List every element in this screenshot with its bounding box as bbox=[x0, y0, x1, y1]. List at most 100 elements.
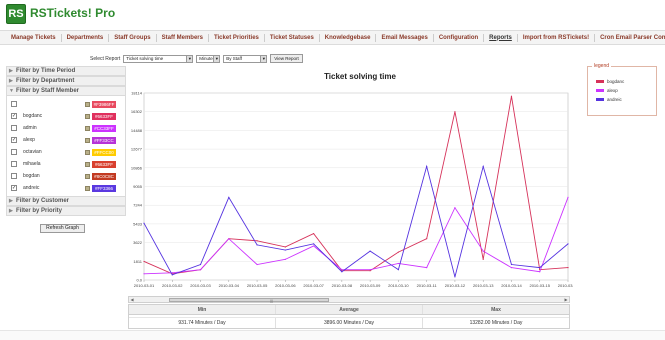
legend-swatch bbox=[596, 98, 604, 101]
legend-item: bogdanc bbox=[596, 79, 624, 84]
color-picker-icon[interactable] bbox=[85, 185, 90, 191]
chart-scrollbar[interactable]: ◀ ||| ▶ bbox=[128, 296, 570, 303]
y-tick-label: 7244 bbox=[133, 203, 143, 208]
x-tick-label: 2010-03-13 bbox=[473, 283, 494, 288]
x-tick-label: 2010-03-08 bbox=[332, 283, 353, 288]
data-point bbox=[228, 196, 230, 199]
data-point bbox=[313, 232, 315, 235]
staff-row: admin #CC33FF bbox=[7, 122, 125, 134]
staff-color-swatch[interactable]: #6633FF bbox=[92, 160, 116, 168]
nav-item-import-from-rstickets[interactable]: Import from RSTickets! bbox=[518, 33, 596, 42]
data-point bbox=[143, 222, 145, 224]
scroll-left-icon[interactable]: ◀ bbox=[129, 297, 135, 302]
color-picker-icon[interactable] bbox=[85, 113, 90, 119]
x-tick-label: 2010-03-16 bbox=[558, 283, 573, 288]
nav-item-manage-tickets[interactable]: Manage Tickets bbox=[6, 33, 62, 42]
staff-checkbox[interactable] bbox=[11, 101, 17, 107]
unit-select[interactable]: Minutes ▼ bbox=[196, 54, 221, 63]
data-point bbox=[341, 271, 343, 273]
staff-row: #F3986FF bbox=[7, 98, 125, 110]
refresh-graph-button[interactable]: Refresh Graph bbox=[40, 224, 85, 233]
select-report-label: Select Report bbox=[90, 55, 121, 62]
chevron-down-icon: ▼ bbox=[213, 55, 220, 62]
data-point bbox=[171, 274, 173, 276]
staff-color-swatch[interactable]: #FFCC00 bbox=[92, 148, 116, 156]
nav-item-staff-groups[interactable]: Staff Groups bbox=[109, 33, 157, 42]
staff-name: alexp bbox=[23, 137, 35, 143]
data-point bbox=[369, 270, 371, 272]
y-tick-label: 14488 bbox=[131, 128, 143, 133]
filter-customer-label: Filter by Customer bbox=[16, 198, 70, 204]
legend-label: alexp bbox=[607, 88, 618, 93]
y-tick-label: 9055 bbox=[133, 184, 143, 189]
x-tick-label: 2010-03-06 bbox=[275, 283, 296, 288]
staff-row: ✓ bogdanc #6633FF bbox=[7, 110, 125, 122]
color-picker-icon[interactable] bbox=[85, 101, 90, 107]
nav-item-email-messages[interactable]: Email Messages bbox=[376, 33, 434, 42]
data-point bbox=[567, 243, 569, 245]
nav-item-knowledgebase[interactable]: Knowledgebase bbox=[320, 33, 377, 42]
filter-customer[interactable]: ▶ Filter by Customer bbox=[6, 196, 126, 206]
data-point bbox=[510, 95, 513, 97]
nav-item-ticket-statuses[interactable]: Ticket Statuses bbox=[265, 33, 320, 42]
data-point bbox=[567, 196, 569, 199]
filter-priority[interactable]: ▶ Filter by Priority bbox=[6, 206, 126, 216]
nav-item-staff-members[interactable]: Staff Members bbox=[157, 33, 209, 42]
x-tick-label: 2010-03-01 bbox=[134, 283, 155, 288]
staff-checkbox[interactable] bbox=[11, 161, 17, 167]
staff-color-swatch[interactable]: #FF3366 bbox=[92, 184, 116, 192]
staff-checkbox[interactable]: ✓ bbox=[11, 137, 17, 143]
x-tick-label: 2010-03-02 bbox=[162, 283, 183, 288]
color-picker-icon[interactable] bbox=[85, 125, 90, 131]
filter-staff-member[interactable]: ▼ Filter by Staff Member bbox=[6, 86, 126, 96]
chart-title: Ticket solving time bbox=[324, 72, 396, 81]
report-select[interactable]: Ticket solving time ▼ bbox=[123, 54, 194, 63]
color-picker-icon[interactable] bbox=[85, 173, 90, 179]
staff-color-swatch[interactable]: #F3986FF bbox=[92, 100, 116, 108]
filter-time-period[interactable]: ▶ Filter by Time Period bbox=[6, 66, 126, 76]
view-report-button[interactable]: View Report bbox=[270, 54, 303, 63]
staff-name: bogdanc bbox=[23, 113, 43, 119]
staff-color-swatch[interactable]: #6633FF bbox=[92, 112, 116, 120]
stats-table: Min Average Max 931.74 Minutes / Day 389… bbox=[128, 304, 570, 329]
scroll-right-icon[interactable]: ▶ bbox=[563, 297, 569, 302]
x-tick-label: 2010-03-15 bbox=[529, 283, 550, 288]
nav-item-reports[interactable]: Reports bbox=[484, 33, 518, 42]
stats-header-row: Min Average Max bbox=[129, 305, 569, 315]
y-tick-label: 12677 bbox=[131, 147, 143, 152]
group-select[interactable]: By Staff ▼ bbox=[223, 54, 268, 63]
data-point bbox=[341, 269, 343, 271]
chevron-right-icon: ▶ bbox=[9, 208, 13, 214]
staff-checkbox[interactable] bbox=[11, 149, 17, 155]
staff-checkbox[interactable]: ✓ bbox=[11, 113, 17, 119]
color-picker-icon[interactable] bbox=[85, 161, 90, 167]
x-tick-label: 2010-03-14 bbox=[501, 283, 522, 288]
data-point bbox=[313, 245, 315, 247]
data-point bbox=[397, 262, 399, 265]
data-point bbox=[313, 243, 315, 245]
data-point bbox=[199, 269, 202, 271]
app-title: RSTickets! Pro bbox=[30, 6, 116, 20]
nav-item-departments[interactable]: Departments bbox=[62, 33, 110, 42]
stats-average-value: 3896.00 Minutes / Day bbox=[276, 318, 423, 328]
staff-checkbox[interactable]: ✓ bbox=[11, 185, 17, 191]
filter-department[interactable]: ▶ Filter by Department bbox=[6, 76, 126, 86]
y-tick-label: 0.0 bbox=[136, 278, 142, 283]
staff-checkbox[interactable] bbox=[11, 125, 17, 131]
nav-item-configuration[interactable]: Configuration bbox=[434, 33, 485, 42]
staff-color-swatch[interactable]: #FF33CC bbox=[92, 136, 116, 144]
staff-color-swatch[interactable]: #8C0C8C bbox=[92, 172, 116, 180]
color-picker-icon[interactable] bbox=[85, 149, 90, 155]
legend-label: andreic bbox=[607, 97, 622, 102]
color-picker-icon[interactable] bbox=[85, 137, 90, 143]
stats-min-value: 931.74 Minutes / Day bbox=[129, 318, 276, 328]
staff-color-swatch[interactable]: #CC33FF bbox=[92, 124, 116, 132]
staff-checkbox[interactable] bbox=[11, 173, 17, 179]
chevron-down-icon: ▼ bbox=[260, 55, 267, 62]
y-tick-label: 5433 bbox=[133, 221, 143, 226]
data-point bbox=[567, 267, 569, 269]
header: RS RSTickets! Pro bbox=[0, 0, 665, 30]
nav-item-cron-email-parser-configuration[interactable]: Cron Email Parser Configuration bbox=[595, 34, 665, 42]
scrollbar-thumb[interactable]: ||| bbox=[169, 298, 329, 303]
nav-item-ticket-priorities[interactable]: Ticket Priorities bbox=[209, 33, 265, 42]
